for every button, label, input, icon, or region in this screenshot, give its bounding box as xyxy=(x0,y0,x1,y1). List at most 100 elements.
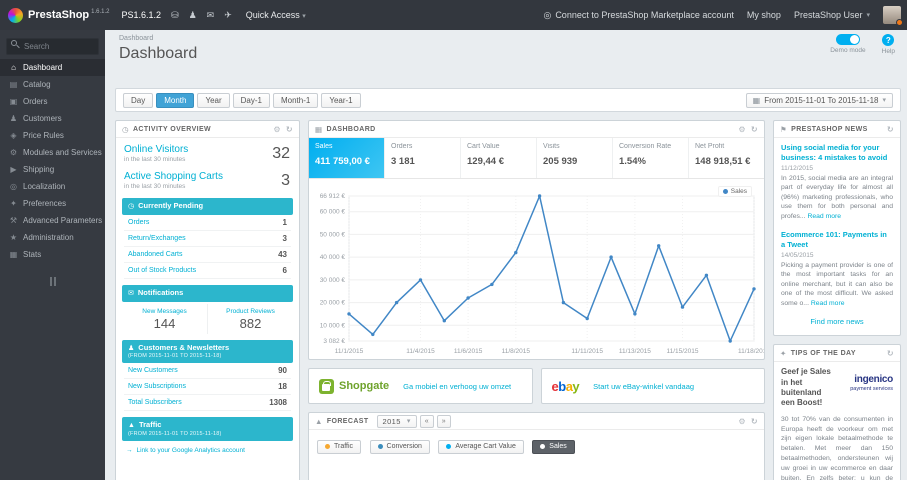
total-subscribers-link[interactable]: Total Subscribers xyxy=(128,399,182,406)
new-messages-stat[interactable]: New Messages 144 xyxy=(122,304,207,334)
read-more-link[interactable]: Read more xyxy=(811,300,845,307)
sidebar-item-dashboard[interactable]: ⌂ Dashboard xyxy=(0,59,105,76)
sidebar-item-orders[interactable]: ▣ Orders xyxy=(0,93,105,110)
filter-day-1-button[interactable]: Day-1 xyxy=(232,92,270,108)
quick-access-menu[interactable]: Quick Access ▾ xyxy=(246,10,306,20)
year-select[interactable]: 2015 ▾ xyxy=(376,414,417,428)
kpi-label: Visits xyxy=(543,143,560,150)
customers-icon[interactable]: ♟ xyxy=(189,10,197,21)
date-range-picker[interactable]: ▦ From 2015-11-01 To 2015-11-18 ▾ xyxy=(745,92,893,108)
out-of-stock-row: Out of Stock Products 6 xyxy=(124,263,291,279)
user-menu[interactable]: PrestaShop User ▾ xyxy=(794,10,870,20)
refresh-icon[interactable]: ↻ xyxy=(751,417,758,426)
sidebar-item-preferences[interactable]: ✦ Preferences xyxy=(0,195,105,212)
cart-icon[interactable]: ⛁ xyxy=(171,10,179,21)
forecast-panel: ▲ FORECAST 2015 ▾ « » ⚙ ↻ Traffic Conversi… xyxy=(308,412,765,480)
sidebar-item-advanced-parameters[interactable]: ⚒ Advanced Parameters xyxy=(0,212,105,229)
active-carts-link[interactable]: Active Shopping Carts xyxy=(124,171,291,182)
abandoned-carts-link[interactable]: Abandoned Carts xyxy=(128,251,182,258)
tips-body-wrap: Geef je Sales in het buitenland een Boos… xyxy=(774,362,900,480)
sidebar-item-administration[interactable]: ★ Administration xyxy=(0,229,105,246)
google-analytics-link[interactable]: → Link to your Google Analytics account xyxy=(116,441,299,460)
filter-month-1-button[interactable]: Month-1 xyxy=(272,92,319,108)
svg-text:40 000 €: 40 000 € xyxy=(320,254,346,261)
kpi-net-profit[interactable]: Net Profit 148 918,51 € xyxy=(689,138,764,178)
prev-year-button[interactable]: « xyxy=(419,414,434,428)
forecast-toggle-sales[interactable]: Sales xyxy=(532,439,575,454)
new-customers-link[interactable]: New Customers xyxy=(128,367,178,374)
forecast-toggle-traffic[interactable]: Traffic xyxy=(317,439,362,454)
product-reviews-stat[interactable]: Product Reviews 882 xyxy=(207,303,293,334)
my-shop-link[interactable]: My shop xyxy=(747,10,781,20)
gear-icon[interactable]: ⚙ xyxy=(738,125,746,134)
sidebar-item-localization[interactable]: ◎ Localization xyxy=(0,178,105,195)
pending-returns-row: Return/Exchanges 3 xyxy=(124,231,291,247)
prestashop-logo-icon xyxy=(8,7,23,23)
panel-header: ▲ FORECAST 2015 ▾ « » ⚙ ↻ xyxy=(309,413,764,430)
help-icon[interactable]: ? xyxy=(882,34,895,46)
kpi-orders[interactable]: Orders 3 181 xyxy=(385,138,461,178)
filter-month-button[interactable]: Month xyxy=(156,92,195,108)
gear-icon[interactable]: ⚙ xyxy=(738,417,746,426)
stat-subtitle: in the last 30 minutes xyxy=(124,183,186,190)
refresh-icon[interactable]: ↻ xyxy=(751,125,758,134)
forecast-toggle-average-cart-value[interactable]: Average Cart Value xyxy=(438,439,524,454)
rocket-icon[interactable]: ✈ xyxy=(224,10,232,21)
news-article-title-link[interactable]: Ecommerce 101: Payments in a Tweet xyxy=(781,230,893,250)
demo-mode-toggle[interactable] xyxy=(835,34,860,45)
kpi-cart-value[interactable]: Cart Value 129,44 € xyxy=(461,138,537,178)
kpi-label: Sales xyxy=(315,143,333,150)
kpi-conversion-rate[interactable]: Conversion Rate 1.54% xyxy=(613,138,689,178)
online-visitors-value: 32 xyxy=(272,145,290,162)
shop-name-link[interactable]: PS1.6.1.2 xyxy=(122,10,162,20)
gear-icon[interactable]: ⚙ xyxy=(273,125,281,134)
sidebar-item-label: Administration xyxy=(23,233,74,242)
messages-icon[interactable]: ✉ xyxy=(207,10,215,21)
kpi-visits[interactable]: Visits 205 939 xyxy=(537,138,613,178)
sidebar-item-stats[interactable]: ▦ Stats xyxy=(0,246,105,263)
read-more-link[interactable]: Read more xyxy=(807,213,841,220)
sidebar-item-shipping[interactable]: ▶ Shipping xyxy=(0,161,105,178)
sidebar-item-modules-services[interactable]: ⚙ Modules and Services xyxy=(0,144,105,161)
date-filter-toolbar: Day Month Year Day-1 Month-1 Year-1 ▦ Fr… xyxy=(115,88,901,112)
kpi-value: 205 939 xyxy=(543,156,578,167)
dashboard-icon: ▦ xyxy=(315,124,323,134)
next-year-button[interactable]: » xyxy=(436,414,451,428)
filter-year-1-button[interactable]: Year-1 xyxy=(321,92,361,108)
find-more-news-link[interactable]: Find more news xyxy=(781,317,893,326)
online-visitors-link[interactable]: Online Visitors xyxy=(124,144,291,155)
sidebar-collapse-button[interactable] xyxy=(47,277,59,286)
filter-day-button[interactable]: Day xyxy=(123,92,154,108)
pending-orders-link[interactable]: Orders xyxy=(128,219,149,226)
refresh-icon[interactable]: ↻ xyxy=(286,125,293,134)
refresh-icon[interactable]: ↻ xyxy=(887,125,894,134)
kpi-value: 129,44 € xyxy=(467,156,504,167)
mail-icon: ✉ xyxy=(128,289,134,297)
chart-legend[interactable]: Sales xyxy=(717,186,752,197)
catalog-icon: ▤ xyxy=(9,80,18,89)
filter-year-button[interactable]: Year xyxy=(197,92,230,108)
sidebar-item-price-rules[interactable]: ◈ Price Rules xyxy=(0,127,105,144)
forecast-toggle-conversion[interactable]: Conversion xyxy=(369,439,430,454)
new-subscriptions-link[interactable]: New Subscriptions xyxy=(128,383,186,390)
ebay-cta-link[interactable]: Start uw eBay-winkel vandaag xyxy=(593,382,694,391)
panel-header: ⚑ PRESTASHOP NEWS ↻ xyxy=(774,121,900,138)
kpi-sales[interactable]: Sales 411 759,00 € xyxy=(309,138,385,178)
sidebar-item-customers[interactable]: ♟ Customers xyxy=(0,110,105,127)
out-of-stock-link[interactable]: Out of Stock Products xyxy=(128,267,196,274)
sidebar-item-label: Advanced Parameters xyxy=(23,216,103,225)
pending-returns-link[interactable]: Return/Exchanges xyxy=(128,235,186,242)
kpi-value: 3 181 xyxy=(391,156,415,167)
localization-icon: ◎ xyxy=(10,182,17,191)
shopgate-cta-link[interactable]: Ga mobiel en verhoog uw omzet xyxy=(403,382,511,391)
search-input[interactable] xyxy=(6,38,99,55)
avatar[interactable] xyxy=(883,6,903,26)
svg-text:11/6/2015: 11/6/2015 xyxy=(454,348,483,355)
sidebar-item-label: Modules and Services xyxy=(23,148,102,157)
sidebar-item-catalog[interactable]: ▤ Catalog xyxy=(0,76,105,93)
refresh-icon[interactable]: ↻ xyxy=(887,349,894,358)
news-article-title-link[interactable]: Using social media for your business: 4 … xyxy=(781,143,893,163)
marketplace-connect-link[interactable]: ◎ Connect to PrestaShop Marketplace accou… xyxy=(543,10,733,21)
tips-icon: ✦ xyxy=(780,348,787,358)
svg-text:3 082 €: 3 082 € xyxy=(323,338,345,345)
